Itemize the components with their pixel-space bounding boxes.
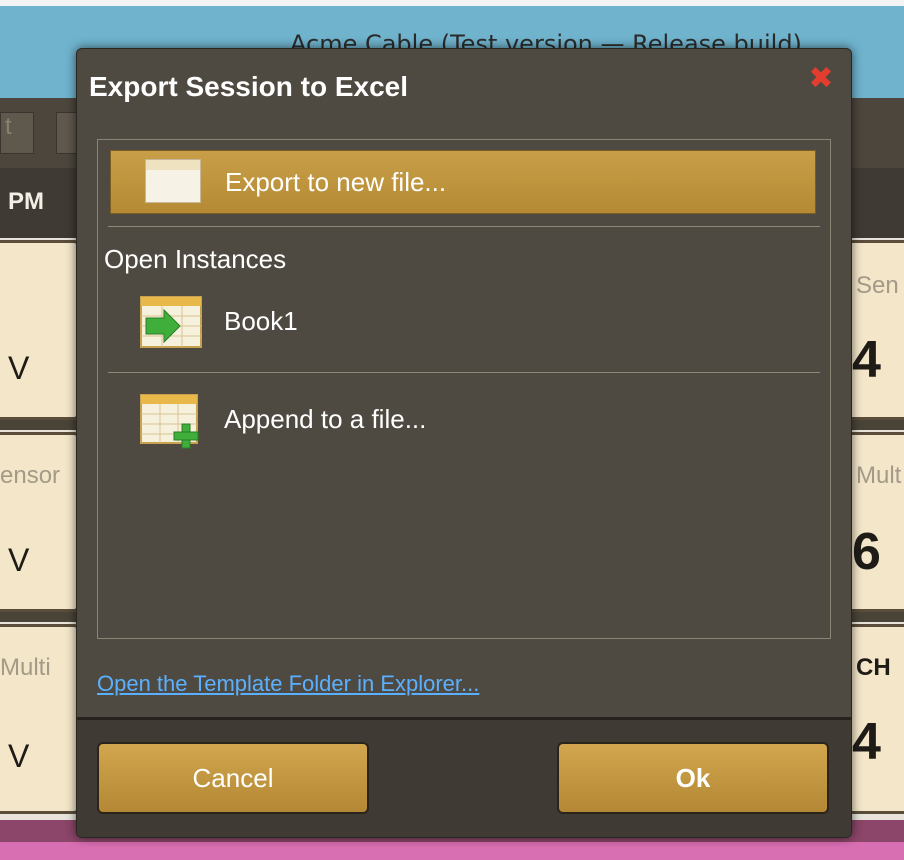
instance-item-book1[interactable]: Book1 [110, 290, 816, 354]
tile-unit: V [8, 350, 30, 386]
append-to-file-label: Append to a file... [224, 404, 427, 434]
tile-label: Multi [0, 654, 51, 681]
tile-label: Mult [856, 462, 902, 489]
open-template-folder-link[interactable]: Open the Template Folder in Explorer... [97, 671, 479, 697]
tile-label: CH [856, 654, 891, 681]
tile-unit: V [8, 738, 30, 774]
toolbar-button[interactable]: t [0, 112, 34, 154]
app-bottom-strip [0, 842, 904, 860]
excel-workbook-arrow-icon [140, 296, 202, 348]
open-instances-label: Open Instances [104, 244, 287, 274]
dialog-footer: Cancel Ok [77, 717, 851, 837]
dialog-title: Export Session to Excel [89, 71, 408, 102]
sensor-tile[interactable] [0, 432, 80, 612]
sensor-tile[interactable] [0, 624, 80, 814]
cancel-button[interactable]: Cancel [97, 742, 369, 814]
append-to-file-button[interactable]: Append to a file... [110, 388, 816, 452]
tile-value: 6 [852, 523, 881, 581]
tile-value: 4 [852, 331, 881, 389]
divider [108, 372, 820, 373]
tile-label: Sen [856, 272, 899, 299]
close-icon[interactable]: ✖ [807, 64, 835, 94]
excel-workbook-add-icon [140, 394, 199, 449]
header-label: PM [8, 188, 44, 215]
export-options-panel: Export to new file... Open Instances Boo… [97, 139, 831, 639]
export-new-file-button[interactable]: Export to new file... [110, 150, 816, 214]
tile-label: ensor [0, 462, 61, 489]
new-file-icon [145, 159, 201, 203]
divider [108, 226, 820, 227]
tile-value: 4 [852, 713, 881, 771]
export-new-file-label: Export to new file... [225, 167, 447, 197]
tile-unit: V [8, 542, 30, 578]
instance-label: Book1 [224, 306, 298, 336]
sensor-tile[interactable] [0, 240, 80, 420]
ok-button[interactable]: Ok [557, 742, 829, 814]
export-dialog: Export Session to Excel ✖ Export to new … [76, 48, 852, 838]
